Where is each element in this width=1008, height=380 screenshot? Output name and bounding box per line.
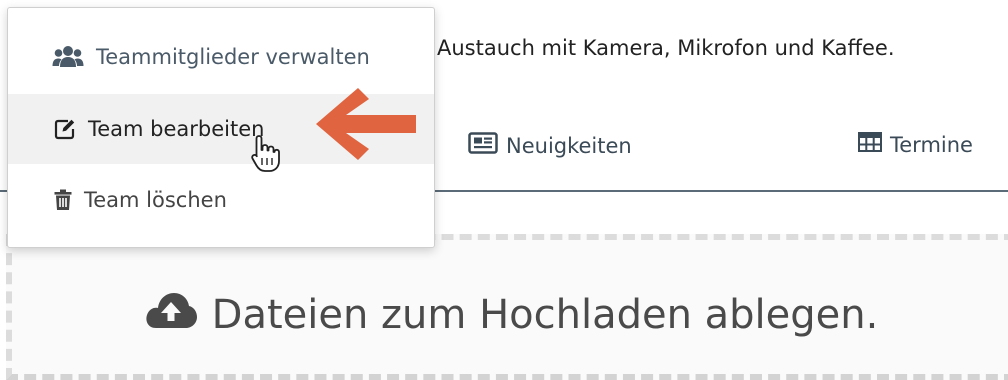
file-dropzone[interactable]: Dateien zum Hochladen ablegen. [6, 234, 1008, 380]
menu-item-label: Teammitglieder verwalten [96, 45, 370, 69]
menu-item-manage-members[interactable]: Teammitglieder verwalten [8, 22, 434, 92]
users-icon [52, 45, 84, 69]
edit-icon [54, 118, 76, 140]
annotation-arrow-icon [312, 84, 418, 168]
team-description: Austauch mit Kamera, Mikrofon und Kaffee… [437, 36, 895, 60]
cloud-upload-icon [144, 290, 198, 340]
tab-dates-label: Termine [890, 132, 973, 157]
newspaper-icon [468, 132, 498, 159]
hand-cursor-icon [250, 134, 282, 178]
trash-icon [54, 189, 72, 211]
menu-item-label: Team bearbeiten [88, 117, 265, 141]
dropzone-label: Dateien zum Hochladen ablegen. [211, 292, 879, 338]
table-icon [858, 132, 882, 157]
menu-item-label: Team löschen [84, 188, 227, 212]
tab-news[interactable]: Neuigkeiten [468, 132, 632, 159]
menu-item-delete-team[interactable]: Team löschen [8, 165, 434, 235]
tab-news-label: Neuigkeiten [506, 133, 632, 158]
dropzone-message: Dateien zum Hochladen ablegen. [12, 290, 1008, 340]
tab-dates[interactable]: Termine [858, 132, 973, 157]
